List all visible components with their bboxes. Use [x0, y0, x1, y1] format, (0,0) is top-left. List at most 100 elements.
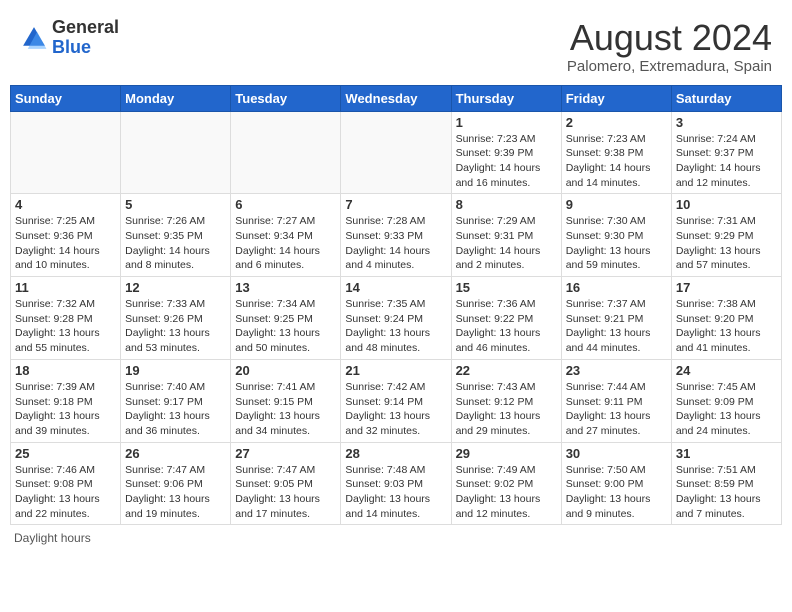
day-number: 24: [676, 363, 777, 378]
day-info: Sunrise: 7:23 AM Sunset: 9:38 PM Dayligh…: [566, 132, 667, 191]
day-info: Sunrise: 7:47 AM Sunset: 9:05 PM Dayligh…: [235, 463, 336, 522]
day-info: Sunrise: 7:37 AM Sunset: 9:21 PM Dayligh…: [566, 297, 667, 356]
day-info: Sunrise: 7:33 AM Sunset: 9:26 PM Dayligh…: [125, 297, 226, 356]
calendar-cell: 27 Sunrise: 7:47 AM Sunset: 9:05 PM Dayli…: [231, 442, 341, 525]
day-info: Sunrise: 7:42 AM Sunset: 9:14 PM Dayligh…: [345, 380, 446, 439]
day-number: 20: [235, 363, 336, 378]
day-number: 6: [235, 197, 336, 212]
calendar-cell: 16 Sunrise: 7:37 AM Sunset: 9:21 PM Dayli…: [561, 277, 671, 360]
day-number: 13: [235, 280, 336, 295]
week-row-2: 4 Sunrise: 7:25 AM Sunset: 9:36 PM Daylig…: [11, 194, 782, 277]
calendar-cell: 2 Sunrise: 7:23 AM Sunset: 9:38 PM Daylig…: [561, 111, 671, 194]
day-number: 8: [456, 197, 557, 212]
calendar-cell: 30 Sunrise: 7:50 AM Sunset: 9:00 PM Dayli…: [561, 442, 671, 525]
calendar-cell: [121, 111, 231, 194]
day-info: Sunrise: 7:48 AM Sunset: 9:03 PM Dayligh…: [345, 463, 446, 522]
logo-text: General Blue: [52, 18, 119, 58]
calendar-cell: 25Sunrise: 7:46 AM Sunset: 9:08 PM Dayli…: [11, 442, 121, 525]
calendar-cell: 21 Sunrise: 7:42 AM Sunset: 9:14 PM Dayli…: [341, 359, 451, 442]
day-number: 9: [566, 197, 667, 212]
calendar-cell: 10 Sunrise: 7:31 AM Sunset: 9:29 PM Dayli…: [671, 194, 781, 277]
day-info: Sunrise: 7:28 AM Sunset: 9:33 PM Dayligh…: [345, 214, 446, 273]
calendar-cell: 7 Sunrise: 7:28 AM Sunset: 9:33 PM Daylig…: [341, 194, 451, 277]
calendar-cell: 19Sunrise: 7:40 AM Sunset: 9:17 PM Dayli…: [121, 359, 231, 442]
calendar-cell: 23Sunrise: 7:44 AM Sunset: 9:11 PM Dayli…: [561, 359, 671, 442]
day-number: 2: [566, 115, 667, 130]
day-of-week-wednesday: Wednesday: [341, 85, 451, 111]
day-number: 21: [345, 363, 446, 378]
calendar-cell: 6Sunrise: 7:27 AM Sunset: 9:34 PM Daylig…: [231, 194, 341, 277]
day-number: 25: [15, 446, 116, 461]
calendar-cell: 11 Sunrise: 7:32 AM Sunset: 9:28 PM Dayli…: [11, 277, 121, 360]
week-row-3: 11 Sunrise: 7:32 AM Sunset: 9:28 PM Dayli…: [11, 277, 782, 360]
day-info: Sunrise: 7:25 AM Sunset: 9:36 PM Dayligh…: [15, 214, 116, 273]
days-of-week-row: SundayMondayTuesdayWednesdayThursdayFrid…: [11, 85, 782, 111]
calendar-cell: 20 Sunrise: 7:41 AM Sunset: 9:15 PM Dayli…: [231, 359, 341, 442]
calendar-cell: 13 Sunrise: 7:34 AM Sunset: 9:25 PM Dayli…: [231, 277, 341, 360]
day-number: 14: [345, 280, 446, 295]
day-info: Sunrise: 7:44 AM Sunset: 9:11 PM Dayligh…: [566, 380, 667, 439]
day-number: 16: [566, 280, 667, 295]
day-info: Sunrise: 7:32 AM Sunset: 9:28 PM Dayligh…: [15, 297, 116, 356]
calendar-cell: [11, 111, 121, 194]
logo-blue: Blue: [52, 38, 119, 58]
calendar-cell: 22 Sunrise: 7:43 AM Sunset: 9:12 PM Dayli…: [451, 359, 561, 442]
calendar-cell: 28 Sunrise: 7:48 AM Sunset: 9:03 PM Dayli…: [341, 442, 451, 525]
day-info: Sunrise: 7:41 AM Sunset: 9:15 PM Dayligh…: [235, 380, 336, 439]
day-number: 18: [15, 363, 116, 378]
day-number: 11: [15, 280, 116, 295]
day-info: Sunrise: 7:49 AM Sunset: 9:02 PM Dayligh…: [456, 463, 557, 522]
day-of-week-thursday: Thursday: [451, 85, 561, 111]
day-number: 27: [235, 446, 336, 461]
calendar-cell: 8Sunrise: 7:29 AM Sunset: 9:31 PM Daylig…: [451, 194, 561, 277]
day-number: 15: [456, 280, 557, 295]
day-info: Sunrise: 7:51 AM Sunset: 8:59 PM Dayligh…: [676, 463, 777, 522]
calendar-table: SundayMondayTuesdayWednesdayThursdayFrid…: [10, 85, 782, 526]
calendar-cell: 14 Sunrise: 7:35 AM Sunset: 9:24 PM Dayli…: [341, 277, 451, 360]
calendar-cell: 18 Sunrise: 7:39 AM Sunset: 9:18 PM Dayli…: [11, 359, 121, 442]
day-info: Sunrise: 7:24 AM Sunset: 9:37 PM Dayligh…: [676, 132, 777, 191]
day-info: Sunrise: 7:43 AM Sunset: 9:12 PM Dayligh…: [456, 380, 557, 439]
calendar-cell: [231, 111, 341, 194]
day-info: Sunrise: 7:47 AM Sunset: 9:06 PM Dayligh…: [125, 463, 226, 522]
logo: General Blue: [20, 18, 119, 58]
day-number: 29: [456, 446, 557, 461]
day-number: 3: [676, 115, 777, 130]
day-of-week-saturday: Saturday: [671, 85, 781, 111]
day-number: 30: [566, 446, 667, 461]
month-year: August 2024: [567, 18, 772, 58]
calendar-cell: 26 Sunrise: 7:47 AM Sunset: 9:06 PM Dayli…: [121, 442, 231, 525]
day-info: Sunrise: 7:45 AM Sunset: 9:09 PM Dayligh…: [676, 380, 777, 439]
day-number: 7: [345, 197, 446, 212]
week-row-4: 18 Sunrise: 7:39 AM Sunset: 9:18 PM Dayli…: [11, 359, 782, 442]
day-info: Sunrise: 7:50 AM Sunset: 9:00 PM Dayligh…: [566, 463, 667, 522]
calendar-cell: 5 Sunrise: 7:26 AM Sunset: 9:35 PM Daylig…: [121, 194, 231, 277]
day-number: 22: [456, 363, 557, 378]
calendar-cell: 3 Sunrise: 7:24 AM Sunset: 9:37 PM Daylig…: [671, 111, 781, 194]
location: Palomero, Extremadura, Spain: [567, 58, 772, 75]
day-number: 31: [676, 446, 777, 461]
day-of-week-monday: Monday: [121, 85, 231, 111]
calendar-cell: 17Sunrise: 7:38 AM Sunset: 9:20 PM Dayli…: [671, 277, 781, 360]
day-info: Sunrise: 7:26 AM Sunset: 9:35 PM Dayligh…: [125, 214, 226, 273]
day-number: 4: [15, 197, 116, 212]
week-row-5: 25Sunrise: 7:46 AM Sunset: 9:08 PM Dayli…: [11, 442, 782, 525]
day-info: Sunrise: 7:34 AM Sunset: 9:25 PM Dayligh…: [235, 297, 336, 356]
day-number: 28: [345, 446, 446, 461]
calendar-cell: [341, 111, 451, 194]
calendar-cell: 1Sunrise: 7:23 AM Sunset: 9:39 PM Daylig…: [451, 111, 561, 194]
day-info: Sunrise: 7:40 AM Sunset: 9:17 PM Dayligh…: [125, 380, 226, 439]
day-number: 10: [676, 197, 777, 212]
calendar-cell: 29 Sunrise: 7:49 AM Sunset: 9:02 PM Dayli…: [451, 442, 561, 525]
day-number: 26: [125, 446, 226, 461]
day-info: Sunrise: 7:23 AM Sunset: 9:39 PM Dayligh…: [456, 132, 557, 191]
day-number: 5: [125, 197, 226, 212]
day-info: Sunrise: 7:35 AM Sunset: 9:24 PM Dayligh…: [345, 297, 446, 356]
day-info: Sunrise: 7:38 AM Sunset: 9:20 PM Dayligh…: [676, 297, 777, 356]
day-info: Sunrise: 7:31 AM Sunset: 9:29 PM Dayligh…: [676, 214, 777, 273]
day-info: Sunrise: 7:30 AM Sunset: 9:30 PM Dayligh…: [566, 214, 667, 273]
day-info: Sunrise: 7:39 AM Sunset: 9:18 PM Dayligh…: [15, 380, 116, 439]
title-area: August 2024 Palomero, Extremadura, Spain: [567, 18, 772, 75]
daylight-hours-label: Daylight hours: [14, 531, 91, 545]
calendar-cell: 4 Sunrise: 7:25 AM Sunset: 9:36 PM Daylig…: [11, 194, 121, 277]
